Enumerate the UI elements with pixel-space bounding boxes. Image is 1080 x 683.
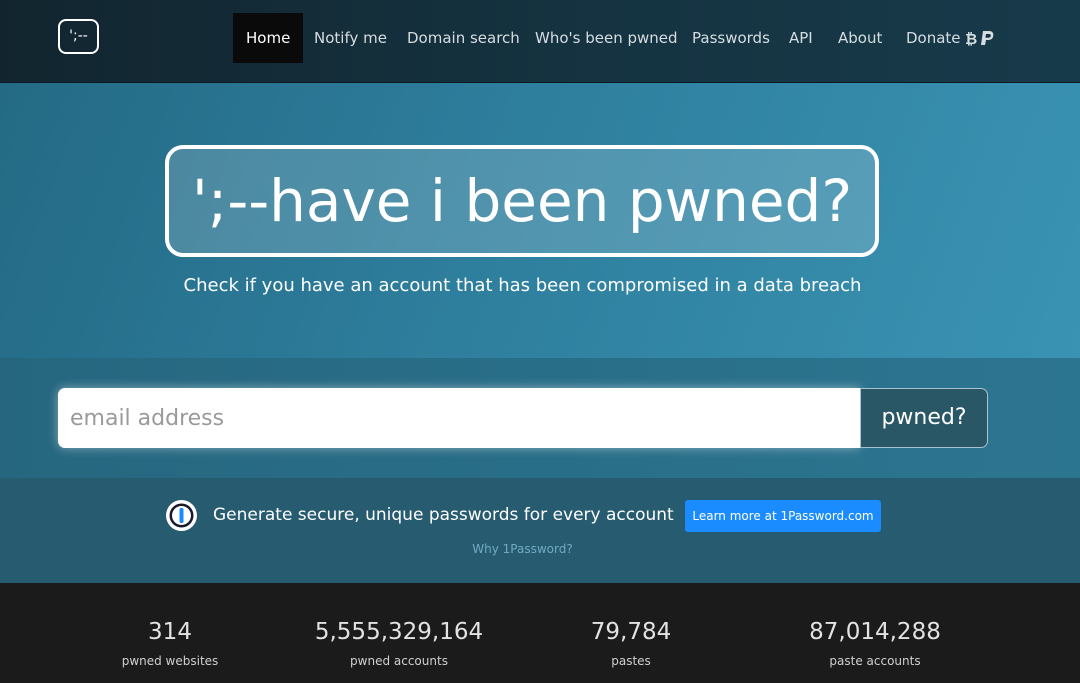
stat-label: pastes (611, 654, 651, 668)
top-navbar: ';-- Home Notify me Domain search Who's … (0, 0, 1080, 83)
nav-passwords[interactable]: Passwords (692, 13, 770, 63)
stat-value: 79,784 (590, 619, 672, 645)
nav-domain-search[interactable]: Domain search (407, 13, 520, 63)
stats-section: 314 pwned websites 5,555,329,164 pwned a… (0, 583, 1080, 683)
hero-title: ';--have i been pwned? (165, 145, 879, 257)
stat-label: paste accounts (829, 654, 921, 668)
stat-label: pwned accounts (350, 654, 448, 668)
learn-more-1password-button[interactable]: Learn more at 1Password.com (685, 500, 881, 532)
search-section: pwned? (0, 358, 1080, 478)
nav-api[interactable]: API (789, 13, 813, 63)
why-1password-link[interactable]: Why 1Password? (0, 542, 1045, 556)
stat-value: 5,555,329,164 (314, 619, 484, 645)
stat-pwned-websites: 314 pwned websites (95, 619, 245, 668)
promo-section: Generate secure, unique passwords for ev… (0, 478, 1080, 583)
nav-about[interactable]: About (838, 13, 882, 63)
nav-whos-been-pwned[interactable]: Who's been pwned (535, 13, 678, 63)
1password-icon (166, 500, 197, 531)
stat-value: 87,014,288 (809, 619, 941, 645)
promo-text: Generate secure, unique passwords for ev… (213, 505, 674, 525)
bitcoin-icon: ₿ (965, 30, 977, 48)
stat-paste-accounts: 87,014,288 paste accounts (785, 619, 965, 668)
nav-home[interactable]: Home (233, 13, 304, 63)
pwned-search-button[interactable]: pwned? (860, 388, 988, 448)
stat-pastes: 79,784 pastes (556, 619, 706, 668)
donate-icons: ₿ (965, 14, 995, 64)
site-logo[interactable]: ';-- (58, 19, 99, 54)
nav-notify-me[interactable]: Notify me (314, 13, 387, 63)
stat-pwned-accounts: 5,555,329,164 pwned accounts (299, 619, 499, 668)
hero-subtitle: Check if you have an account that has be… (183, 275, 862, 296)
stat-label: pwned websites (121, 654, 219, 668)
stat-value: 314 (148, 619, 192, 645)
email-search-input[interactable] (58, 388, 860, 448)
nav-donate-label: Donate (906, 29, 961, 47)
nav-donate[interactable]: Donate ₿ (906, 13, 995, 63)
paypal-icon (980, 30, 993, 45)
svg-text:₿: ₿ (965, 31, 977, 46)
hero-section: ';--have i been pwned? Check if you have… (0, 83, 1080, 358)
